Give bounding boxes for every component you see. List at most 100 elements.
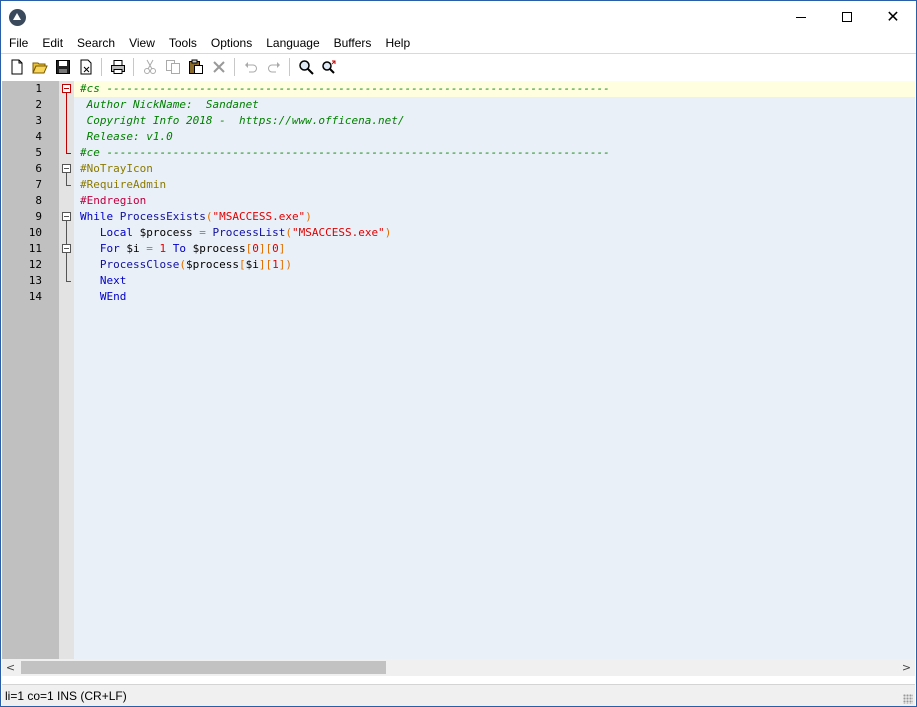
code-token: ProcessExists [119, 210, 206, 223]
code-token: 0 [272, 242, 279, 255]
code-line[interactable]: #Endregion [74, 193, 915, 209]
line-number: 7 [35, 178, 42, 191]
code-line[interactable]: #ce ------------------------------------… [74, 145, 915, 161]
code-line-text: #RequireAdmin [80, 177, 166, 193]
cut-icon [143, 59, 156, 74]
replace-button[interactable] [317, 56, 340, 78]
save-button[interactable] [51, 56, 74, 78]
menu-bar: File Edit Search View Tools Options Lang… [1, 34, 916, 53]
resize-grip-icon[interactable] [903, 694, 913, 704]
scroll-right-button[interactable]: > [898, 659, 915, 676]
copy-button[interactable] [161, 56, 184, 78]
code-token: "MSACCESS.exe" [291, 226, 385, 239]
code-token: ][ [258, 242, 273, 255]
code-line-text: ProcessClose($process[$i][1]) [80, 257, 292, 273]
find-button[interactable] [294, 56, 317, 78]
menu-search[interactable]: Search [70, 34, 122, 53]
cut-button[interactable] [138, 56, 161, 78]
scite-window: ✕ File Edit Search View Tools Options La… [0, 0, 917, 707]
code-line[interactable]: #cs ------------------------------------… [74, 81, 915, 97]
line-number: 8 [35, 194, 42, 207]
code-token: WEnd [99, 290, 127, 303]
open-file-button[interactable] [28, 56, 51, 78]
fold-toggle-for[interactable] [62, 244, 71, 253]
menu-file[interactable]: File [2, 34, 35, 53]
fold-end [66, 185, 71, 186]
code-line[interactable]: While ProcessExists("MSACCESS.exe") [74, 209, 915, 225]
code-token: = [199, 226, 213, 239]
copy-icon [165, 60, 180, 74]
code-line[interactable]: #NoTrayIcon [74, 161, 915, 177]
fold-toggle-while[interactable] [62, 212, 71, 221]
maximize-icon [842, 12, 852, 22]
delete-button[interactable] [207, 56, 230, 78]
code-token: $process [139, 226, 200, 239]
line-number: 5 [35, 146, 42, 159]
code-token: #NoTrayIcon [80, 162, 153, 175]
redo-icon [267, 62, 280, 73]
code-line[interactable]: Next [74, 273, 915, 289]
print-button[interactable] [106, 56, 129, 78]
menu-buffers[interactable]: Buffers [327, 34, 379, 53]
code-line-text: #Endregion [80, 193, 146, 209]
horizontal-scrollbar[interactable]: < > [2, 659, 915, 676]
code-editor[interactable]: 1 #cs -----------------------------------… [2, 81, 915, 659]
code-line[interactable]: Local $process = ProcessList("MSACCESS.e… [74, 225, 915, 241]
maximize-button[interactable] [824, 1, 870, 33]
undo-button[interactable] [239, 56, 262, 78]
menu-help[interactable]: Help [378, 34, 417, 53]
menu-language[interactable]: Language [259, 34, 326, 53]
new-file-button[interactable] [5, 56, 28, 78]
redo-button[interactable] [262, 56, 285, 78]
fold-end [66, 153, 71, 154]
code-token: Local [99, 226, 140, 239]
code-line-text: Copyright Info 2018 - https://www.office… [80, 113, 405, 129]
paste-icon [188, 59, 203, 74]
close-button[interactable]: ✕ [870, 1, 916, 33]
fold-toggle-region[interactable] [62, 164, 71, 173]
status-bar: li=1 co=1 INS (CR+LF) [2, 684, 915, 706]
menu-view[interactable]: View [122, 34, 162, 53]
code-line-text: #ce ------------------------------------… [80, 145, 610, 161]
code-line[interactable]: ProcessClose($process[$i][1]) [74, 257, 915, 273]
fold-end [66, 281, 71, 282]
code-token: $i [245, 258, 259, 271]
code-line[interactable]: Copyright Info 2018 - https://www.office… [74, 113, 915, 129]
undo-icon [244, 62, 257, 73]
scroll-thumb[interactable] [21, 661, 386, 674]
menu-edit[interactable]: Edit [35, 34, 70, 53]
code-token: ( [179, 258, 186, 271]
scroll-left-button[interactable]: < [2, 659, 19, 676]
code-token: ) [305, 210, 312, 223]
paste-button[interactable] [184, 56, 207, 78]
code-line[interactable]: #RequireAdmin [74, 177, 915, 193]
fold-margin[interactable] [59, 81, 74, 659]
toolbar-separator [101, 58, 102, 76]
code-line-text: #cs ------------------------------------… [80, 81, 610, 97]
code-token: #RequireAdmin [80, 178, 167, 191]
menu-tools[interactable]: Tools [162, 34, 204, 53]
line-number: 1 [35, 82, 42, 95]
toolbar-separator [289, 58, 290, 76]
code-line[interactable]: Author NickName: Sandanet [74, 97, 915, 113]
chevron-left-icon: < [5, 661, 16, 674]
code-token: 1 [159, 242, 173, 255]
minimize-button[interactable] [778, 1, 824, 33]
chevron-right-icon: > [901, 661, 912, 674]
app-icon [9, 9, 26, 26]
line-number: 13 [28, 274, 42, 287]
code-line[interactable]: Release: v1.0 [74, 129, 915, 145]
code-line[interactable]: WEnd [74, 289, 915, 305]
fold-toggle-cs[interactable] [62, 84, 71, 93]
code-line[interactable]: For $i = 1 To $process[0][0] [74, 241, 915, 257]
code-token: ) [384, 226, 392, 239]
close-file-button[interactable] [74, 56, 97, 78]
title-bar[interactable]: ✕ [1, 1, 916, 33]
code-token: ][ [258, 258, 273, 271]
menu-options[interactable]: Options [204, 34, 259, 53]
line-number: 9 [35, 210, 42, 223]
code-token: [ [238, 258, 246, 271]
